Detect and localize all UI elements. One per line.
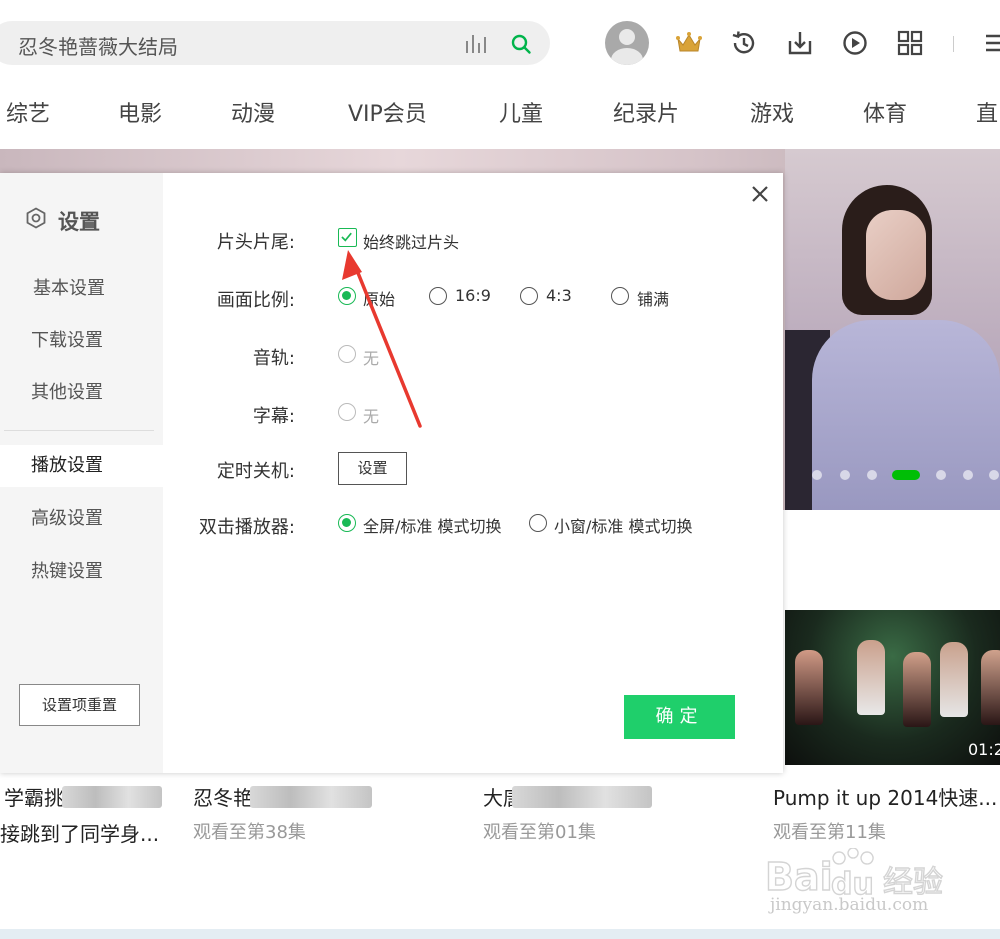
carousel-dot[interactable] bbox=[840, 470, 850, 480]
aspect-ratio-label: 画面比例: bbox=[216, 290, 295, 311]
play-circle-icon[interactable] bbox=[840, 28, 870, 58]
aspect-4-3-label[interactable]: 4:3 bbox=[546, 286, 572, 305]
sidebar-item-hotkeys[interactable]: 热键设置 bbox=[0, 551, 163, 593]
sidebar-item-basic[interactable]: 基本设置 bbox=[0, 268, 163, 310]
carousel-dot[interactable] bbox=[963, 470, 973, 480]
svg-text:Bai: Bai bbox=[765, 855, 833, 899]
subtitle-none-radio bbox=[338, 403, 356, 421]
nav-item-kids[interactable]: 儿童 bbox=[499, 96, 543, 128]
download-icon[interactable] bbox=[785, 28, 815, 58]
history-icon[interactable] bbox=[729, 28, 759, 58]
sidebar-item-other[interactable]: 其他设置 bbox=[0, 372, 163, 414]
search-icon[interactable] bbox=[510, 33, 532, 55]
nav-item-documentary[interactable]: 纪录片 bbox=[613, 96, 679, 128]
confirm-button[interactable]: 确定 bbox=[624, 695, 735, 739]
nav-item-vip[interactable]: VIP会员 bbox=[348, 96, 427, 128]
subtitle-label: 字幕: bbox=[252, 406, 295, 427]
app-window: 忍冬艳蔷薇大结局 综艺 电影 动漫 VIP会员 儿童 纪录片 游戏 体育 直 0… bbox=[0, 0, 1000, 939]
card-progress: 观看至第01集 bbox=[483, 822, 596, 843]
blurred-text bbox=[512, 786, 652, 808]
menu-icon[interactable] bbox=[980, 28, 1000, 58]
double-click-mini-radio[interactable] bbox=[529, 514, 547, 532]
aspect-fill-radio[interactable] bbox=[611, 287, 629, 305]
sidebar-item-advanced[interactable]: 高级设置 bbox=[0, 498, 163, 540]
double-click-label: 双击播放器: bbox=[198, 517, 295, 538]
bottom-strip bbox=[0, 929, 1000, 939]
nav-item-movie[interactable]: 电影 bbox=[118, 96, 162, 128]
search-input[interactable]: 忍冬艳蔷薇大结局 bbox=[18, 31, 178, 60]
sidebar-item-download[interactable]: 下载设置 bbox=[0, 320, 163, 362]
voice-search-icon[interactable] bbox=[464, 33, 486, 55]
settings-title: 设置 bbox=[58, 210, 100, 234]
intro-outro-label: 片头片尾: bbox=[216, 232, 295, 253]
video-duration: 01:2 bbox=[968, 740, 1000, 759]
subtitle-none-label: 无 bbox=[363, 407, 380, 426]
apps-grid-icon[interactable] bbox=[895, 28, 925, 58]
double-click-fullscreen-radio[interactable] bbox=[338, 514, 356, 532]
carousel-dot[interactable] bbox=[812, 470, 822, 480]
nav-item-live[interactable]: 直 bbox=[976, 96, 998, 128]
settings-gear-icon bbox=[26, 207, 46, 229]
close-icon[interactable] bbox=[748, 182, 772, 206]
nav-item-sports[interactable]: 体育 bbox=[863, 96, 907, 128]
blurred-text bbox=[62, 786, 162, 808]
checkmark-icon bbox=[341, 232, 352, 242]
header-divider bbox=[953, 36, 954, 52]
aspect-16-9-radio[interactable] bbox=[429, 287, 447, 305]
settings-sidebar: 设置 基本设置 下载设置 其他设置 播放设置 高级设置 热键设置 设置项重置 bbox=[0, 173, 163, 773]
card-progress: 观看至第38集 bbox=[193, 822, 306, 843]
settings-dialog: 设置 基本设置 下载设置 其他设置 播放设置 高级设置 热键设置 设置项重置 片… bbox=[0, 173, 783, 773]
carousel-dot-active[interactable] bbox=[892, 470, 920, 480]
search-bar[interactable]: 忍冬艳蔷薇大结局 bbox=[0, 21, 550, 65]
avatar[interactable] bbox=[605, 21, 649, 65]
aspect-fill-label[interactable]: 铺满 bbox=[637, 286, 669, 310]
aspect-original-label[interactable]: 原始 bbox=[363, 286, 395, 310]
nav-item-games[interactable]: 游戏 bbox=[750, 96, 794, 128]
nav-item-anime[interactable]: 动漫 bbox=[231, 96, 275, 128]
card-progress: 观看至第11集 bbox=[773, 822, 886, 843]
audio-none-label: 无 bbox=[363, 349, 380, 368]
aspect-16-9-label[interactable]: 16:9 bbox=[455, 286, 491, 305]
carousel-dot[interactable] bbox=[936, 470, 946, 480]
timer-set-button[interactable]: 设置 bbox=[338, 452, 407, 485]
sidebar-item-playback[interactable]: 播放设置 bbox=[0, 445, 163, 487]
card-title[interactable]: Pump it up 2014快速... bbox=[773, 782, 997, 811]
audio-track-label: 音轨: bbox=[252, 348, 295, 369]
skip-intro-label[interactable]: 始终跳过片头 bbox=[363, 229, 459, 253]
category-nav: 综艺 电影 动漫 VIP会员 儿童 纪录片 游戏 体育 直 bbox=[0, 96, 1000, 128]
double-click-fullscreen-label[interactable]: 全屏/标准 模式切换 bbox=[363, 513, 501, 537]
timer-shutdown-label: 定时关机: bbox=[216, 461, 295, 482]
skip-intro-checkbox[interactable] bbox=[338, 228, 357, 247]
banner-figure-face bbox=[866, 210, 926, 300]
vip-crown-icon[interactable] bbox=[674, 28, 704, 58]
carousel-dot[interactable] bbox=[867, 470, 877, 480]
banner-figure-suit bbox=[812, 320, 1000, 510]
card-title-line2[interactable]: 接跳到了同学身... bbox=[0, 818, 159, 847]
blurred-text bbox=[250, 786, 372, 808]
nav-item-variety[interactable]: 综艺 bbox=[6, 96, 50, 128]
audio-none-radio bbox=[338, 345, 356, 363]
watermark-url: jingyan.baidu.com bbox=[770, 895, 929, 915]
double-click-mini-label[interactable]: 小窗/标准 模式切换 bbox=[554, 513, 692, 537]
reset-settings-button[interactable]: 设置项重置 bbox=[19, 684, 140, 726]
aspect-original-radio[interactable] bbox=[338, 287, 356, 305]
carousel-dot[interactable] bbox=[989, 470, 999, 480]
aspect-4-3-radio[interactable] bbox=[520, 287, 538, 305]
sidebar-divider bbox=[4, 430, 154, 431]
